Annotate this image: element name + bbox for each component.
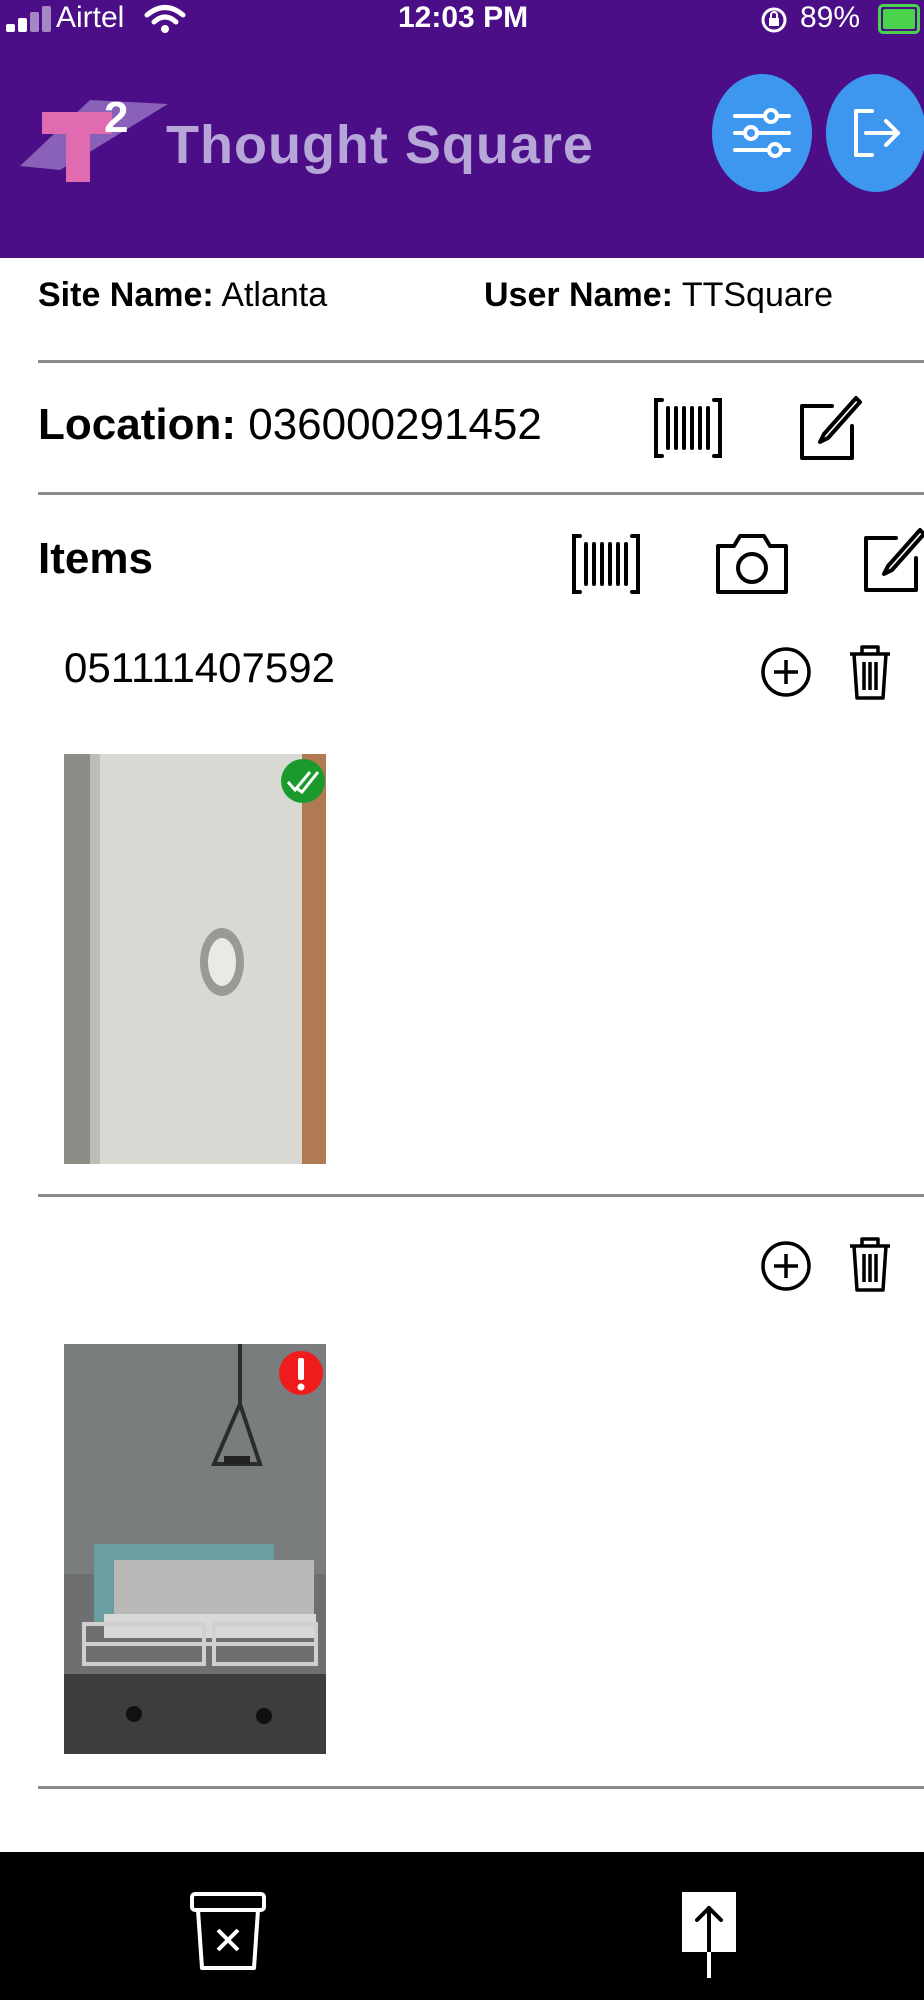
status-bar: Airtel 12:03 PM 89% [0, 0, 924, 40]
bottom-toolbar [0, 1852, 924, 2000]
items-barcode-icon[interactable] [570, 532, 642, 596]
signal-icon [0, 6, 51, 32]
logo-text: Thought Square [166, 115, 594, 175]
logo-t-icon: 2 [20, 93, 168, 182]
user-label: User Name: [484, 276, 673, 314]
app-logo: 2 Thought Square [20, 92, 630, 192]
hospital-bed-photo [64, 1344, 326, 1754]
delete-item-icon[interactable] [846, 1234, 894, 1294]
upload-icon[interactable] [680, 1890, 738, 1980]
carrier-name: Airtel [56, 1, 125, 34]
laptop-photo [64, 754, 326, 1164]
site-label: Site Name: [38, 276, 214, 314]
site-value: Atlanta [221, 276, 328, 314]
location-label: Location: [38, 400, 236, 449]
site-name: Site Name: Atlanta [38, 276, 327, 315]
divider [38, 1194, 924, 1197]
logout-icon [854, 109, 900, 157]
status-time: 12:03 PM [398, 1, 529, 34]
location-edit-icon[interactable] [798, 394, 862, 462]
user-name: User Name: TTSquare [484, 276, 833, 315]
filter-button[interactable] [712, 74, 812, 192]
add-photo-icon[interactable] [760, 646, 812, 698]
app-header: Airtel 12:03 PM 89% 2 Thought Square [0, 0, 924, 258]
divider [38, 1786, 924, 1789]
divider [38, 492, 924, 495]
error-badge-icon [279, 1351, 323, 1395]
logout-button[interactable] [826, 74, 924, 192]
sliders-icon [733, 108, 791, 158]
item-code: 051111407592 [64, 644, 335, 691]
battery-icon [878, 4, 920, 34]
item-photo-bed[interactable] [64, 1344, 326, 1754]
add-photo-icon[interactable] [760, 1240, 812, 1292]
logo-superscript: 2 [104, 93, 128, 142]
camera-icon[interactable] [714, 530, 790, 596]
item-photo-laptop[interactable] [64, 754, 326, 1164]
wifi-icon [144, 5, 186, 33]
location-row: Location: 036000291452 [38, 400, 542, 450]
items-edit-icon[interactable] [862, 526, 924, 594]
location-barcode-icon[interactable] [652, 396, 724, 460]
battery-percent: 89% [800, 1, 861, 34]
trash-x-icon[interactable] [188, 1890, 268, 1972]
items-title: Items [38, 534, 153, 583]
divider [38, 360, 924, 363]
orientation-lock-icon [761, 7, 787, 33]
delete-item-icon[interactable] [846, 642, 894, 702]
location-value: 036000291452 [248, 400, 542, 449]
user-value: TTSquare [681, 276, 834, 314]
verified-badge-icon [281, 759, 325, 803]
